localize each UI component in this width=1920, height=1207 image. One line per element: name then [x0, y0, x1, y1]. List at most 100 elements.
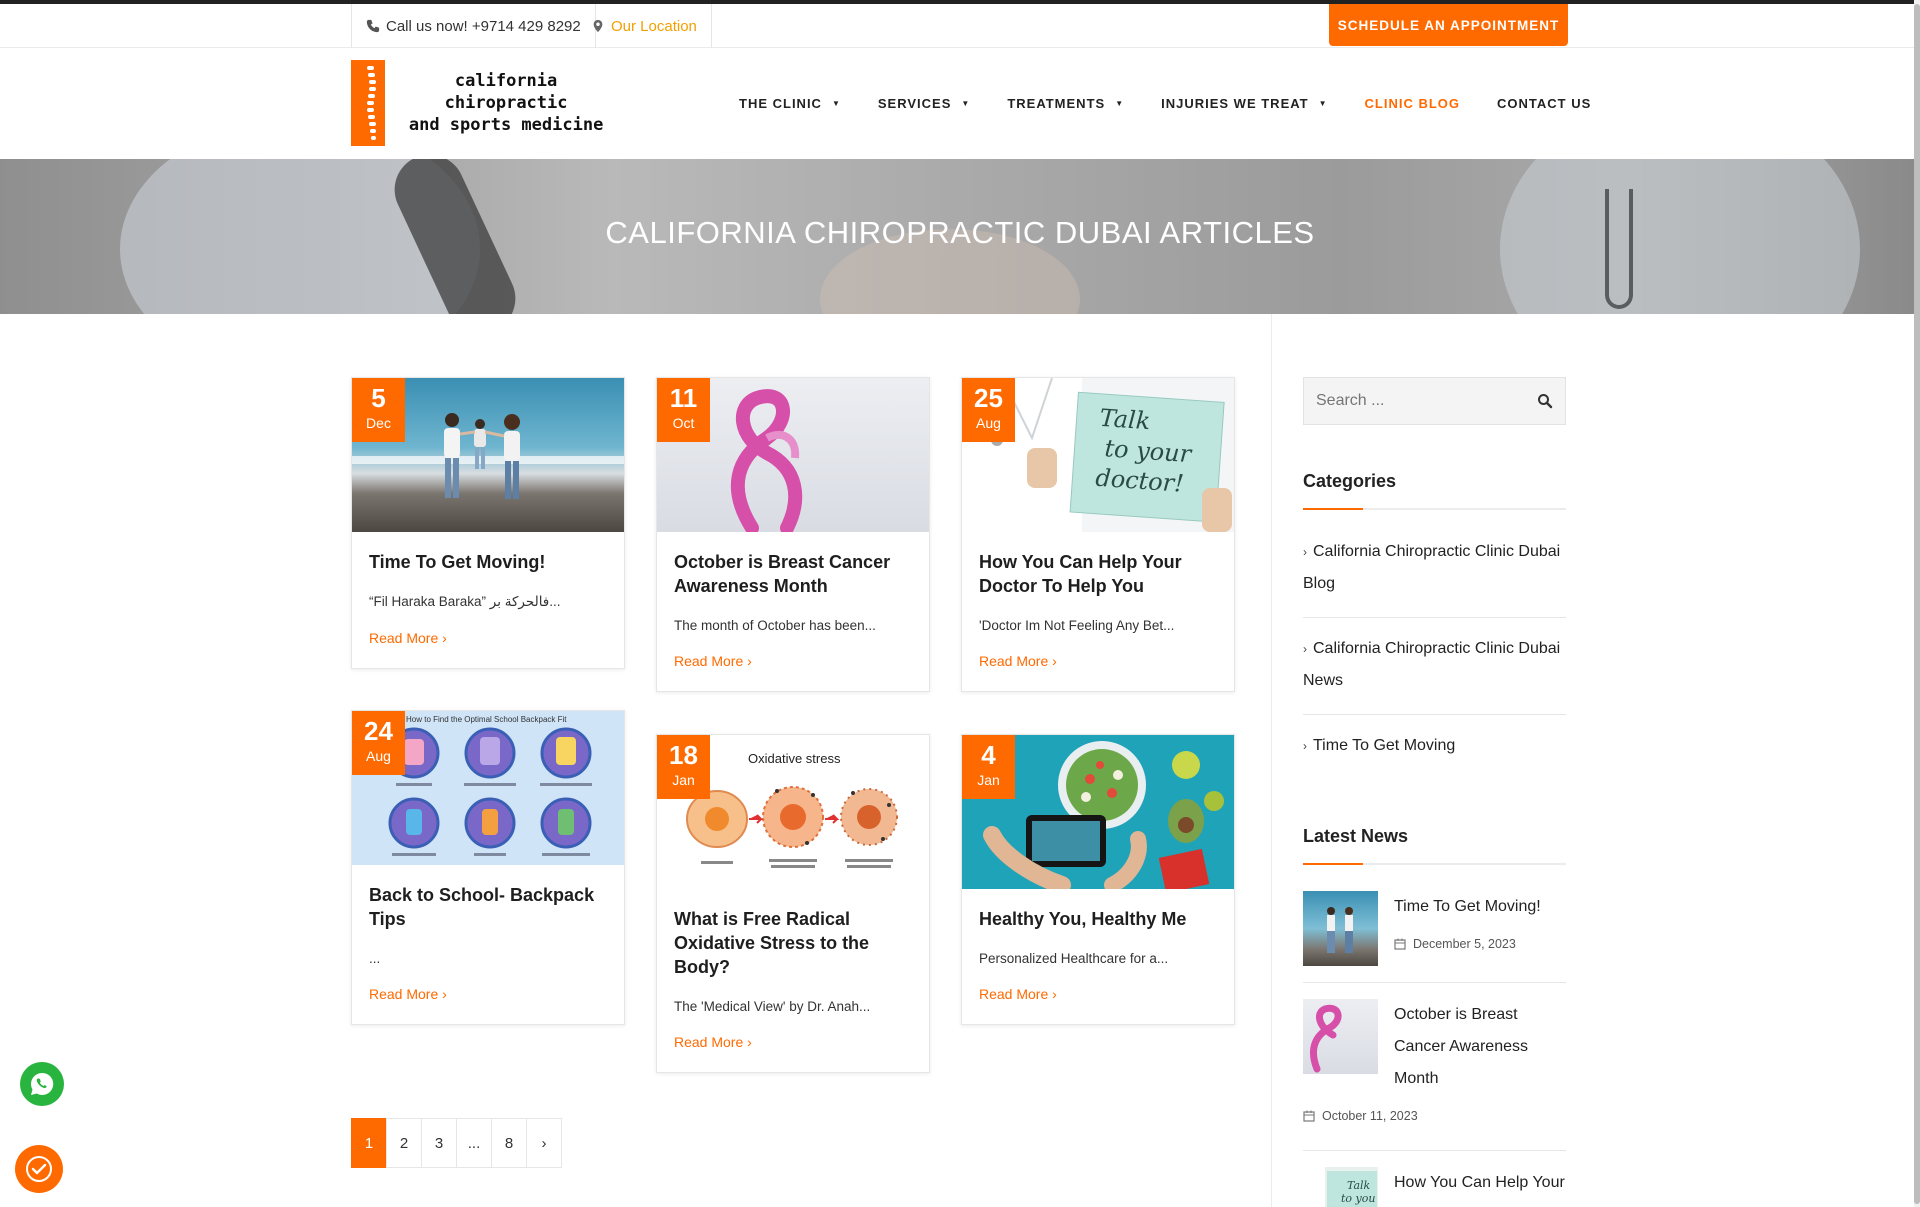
- news-date-label: October 11, 2023: [1322, 1109, 1418, 1123]
- post-card: How to Find the Optimal School Backpack …: [351, 710, 625, 1025]
- phone-link[interactable]: Call us now! +9714 429 8292: [351, 4, 596, 48]
- family-beach-photo: [1327, 907, 1353, 953]
- post-thumbnail[interactable]: 11 Oct: [657, 378, 929, 532]
- post-month: Dec: [366, 415, 391, 431]
- separator: [1303, 1150, 1566, 1151]
- nav-treatments[interactable]: TREATMENTS ▼: [1007, 96, 1124, 111]
- post-title[interactable]: How You Can Help Your Doctor To Help You: [979, 550, 1217, 598]
- category-link[interactable]: › Time To Get Moving: [1303, 730, 1566, 762]
- post-day: 4: [981, 740, 996, 770]
- svg-text:Talk: Talk: [1347, 1179, 1371, 1192]
- post-card: 4 Jan Healthy You, Healthy Me Personalize…: [961, 734, 1235, 1025]
- post-date-badge: 11 Oct: [657, 378, 710, 442]
- news-thumbnail[interactable]: Talk to you: [1303, 1167, 1378, 1207]
- news-link[interactable]: Time To Get Moving!: [1394, 891, 1566, 923]
- news-link[interactable]: October is Breast Cancer Awareness Month: [1394, 999, 1566, 1095]
- caret-down-icon: ▼: [1115, 99, 1125, 108]
- news-thumbnail[interactable]: [1303, 891, 1378, 966]
- logo-line-2: and sports medicine: [408, 115, 604, 135]
- post-card: Talk to your doctor! 25 Aug How You Can H…: [961, 377, 1235, 692]
- schedule-appointment-button[interactable]: SCHEDULE AN APPOINTMENT: [1329, 4, 1568, 46]
- post-excerpt: 'Doctor Im Not Feeling Any Bet...: [979, 618, 1175, 633]
- nav-label: TREATMENTS: [1007, 96, 1106, 111]
- nav-injuries-we-treat[interactable]: INJURIES WE TREAT ▼: [1161, 96, 1327, 111]
- post-thumbnail[interactable]: 4 Jan: [962, 735, 1234, 889]
- nav-label: CLINIC BLOG: [1364, 96, 1461, 111]
- read-more-label: Read More: [369, 986, 439, 1002]
- post-thumbnail[interactable]: 5 Dec: [352, 378, 624, 532]
- post-excerpt: ...: [369, 951, 381, 966]
- logo-text: california chiropractic and sports medic…: [391, 70, 621, 136]
- post-title[interactable]: Back to School- Backpack Tips: [369, 883, 607, 931]
- latest-news-title: Latest News: [1303, 826, 1409, 846]
- scrollbar-thumb[interactable]: [1914, 4, 1920, 1204]
- news-thumbnail[interactable]: [1303, 999, 1378, 1074]
- search-icon: [1538, 394, 1553, 409]
- read-more-link[interactable]: Read More ›: [674, 653, 752, 669]
- read-more-link[interactable]: Read More ›: [979, 653, 1057, 669]
- post-month: Oct: [672, 415, 695, 431]
- nav-label: INJURIES WE TREAT: [1161, 96, 1309, 111]
- post-title[interactable]: October is Breast Cancer Awareness Month: [674, 550, 912, 598]
- nav-label: SERVICES: [877, 96, 952, 111]
- site-logo[interactable]: california chiropractic and sports medic…: [351, 60, 621, 146]
- post-day: 24: [364, 716, 393, 746]
- post-card: 11 Oct October is Breast Cancer Awareness…: [656, 377, 930, 692]
- post-card: 5 Dec Time To Get Moving! “Fil Haraka Bar…: [351, 377, 625, 669]
- nav-contact-us[interactable]: CONTACT US: [1497, 96, 1591, 111]
- page-1-button[interactable]: 1: [351, 1118, 387, 1168]
- news-date: October 11, 2023: [1303, 1109, 1418, 1123]
- page-scrollbar[interactable]: [1914, 0, 1920, 1207]
- nav-clinic-blog[interactable]: CLINIC BLOG: [1365, 96, 1461, 111]
- post-thumbnail[interactable]: How to Find the Optimal School Backpack …: [352, 711, 624, 865]
- next-page-button[interactable]: ›: [526, 1118, 562, 1168]
- chevron-right-icon: ›: [442, 986, 447, 1002]
- page-8-button[interactable]: 8: [491, 1118, 527, 1168]
- map-pin-icon: [593, 19, 603, 33]
- read-more-link[interactable]: Read More ›: [979, 986, 1057, 1002]
- post-card: Oxidative stress 18 Jan What is Free Radi…: [656, 734, 930, 1073]
- category-link[interactable]: › California Chiropractic Clinic Dubai Bl…: [1303, 536, 1566, 600]
- whatsapp-button[interactable]: [20, 1062, 64, 1106]
- category-label: California Chiropractic Clinic Dubai Blo…: [1303, 543, 1561, 592]
- svg-text:to you: to you: [1341, 1192, 1375, 1205]
- post-date-badge: 4 Jan: [962, 735, 1015, 799]
- news-link[interactable]: How You Can Help Your: [1394, 1167, 1566, 1207]
- read-more-link[interactable]: Read More ›: [369, 630, 447, 646]
- chevron-right-icon: ›: [1052, 653, 1057, 669]
- post-thumbnail[interactable]: Oxidative stress 18 Jan: [657, 735, 929, 889]
- logo-line-1: california chiropractic: [444, 71, 568, 113]
- caret-down-icon: ▼: [1318, 99, 1328, 108]
- chevron-right-icon: ›: [747, 653, 752, 669]
- calendar-icon: [1303, 1110, 1315, 1122]
- post-month: Jan: [672, 772, 695, 788]
- infographic-caption: How to Find the Optimal School Backpack …: [406, 715, 567, 724]
- post-excerpt: The 'Medical View' by Dr. Anah...: [674, 999, 871, 1014]
- phone-label: Call us now! +9714 429 8292: [386, 17, 581, 35]
- nav-the-clinic[interactable]: THE CLINIC ▼: [739, 96, 841, 111]
- post-title[interactable]: What is Free Radical Oxidative Stress to…: [674, 907, 912, 979]
- search-input[interactable]: [1304, 378, 1524, 424]
- main-nav: THE CLINIC ▼ SERVICES ▼ TREATMENTS ▼ INJURI…: [739, 48, 1591, 159]
- chevron-right-icon: ›: [1303, 545, 1307, 559]
- diagram-caption: Oxidative stress: [748, 751, 841, 766]
- page-3-button[interactable]: 3: [421, 1118, 457, 1168]
- read-more-link[interactable]: Read More ›: [369, 986, 447, 1002]
- read-more-label: Read More: [674, 1034, 744, 1050]
- post-title[interactable]: Time To Get Moving!: [369, 550, 607, 574]
- post-title[interactable]: Healthy You, Healthy Me: [979, 907, 1217, 931]
- post-month: Aug: [366, 748, 391, 764]
- post-day: 5: [371, 383, 386, 413]
- category-link[interactable]: › California Chiropractic Clinic Dubai Ne…: [1303, 633, 1566, 697]
- location-link[interactable]: Our Location: [577, 4, 712, 48]
- read-more-link[interactable]: Read More ›: [674, 1034, 752, 1050]
- post-month: Jan: [977, 772, 1000, 788]
- cookie-consent-button[interactable]: [15, 1145, 63, 1193]
- post-thumbnail[interactable]: Talk to your doctor! 25 Aug: [962, 378, 1234, 532]
- pagination: 1 2 3 ... 8 ›: [351, 1118, 562, 1168]
- read-more-label: Read More: [369, 630, 439, 646]
- location-label: Our Location: [611, 17, 697, 35]
- page-2-button[interactable]: 2: [386, 1118, 422, 1168]
- search-button[interactable]: [1537, 393, 1553, 414]
- nav-services[interactable]: SERVICES ▼: [878, 96, 970, 111]
